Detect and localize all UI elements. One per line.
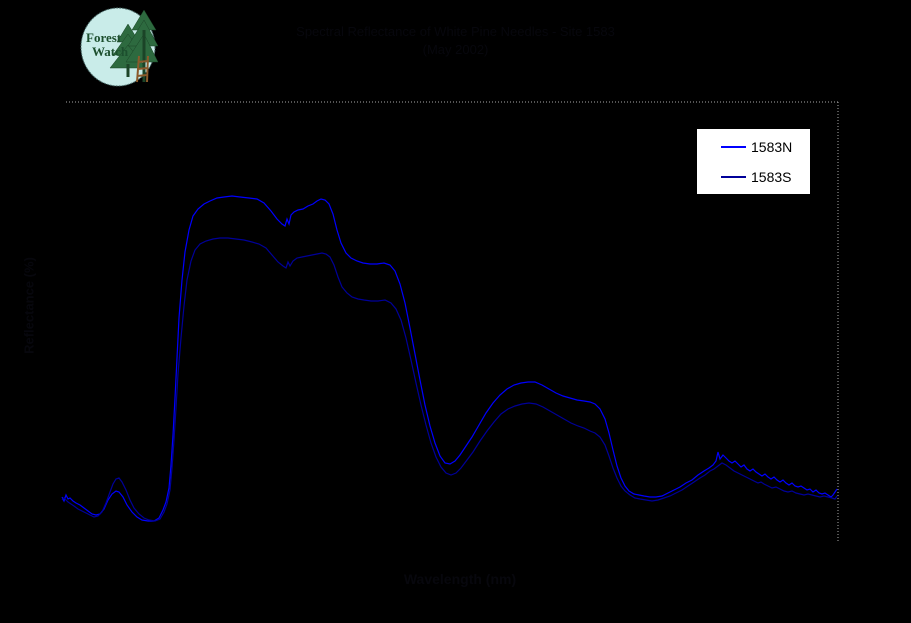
legend-label-1583S: 1583S [751,169,792,185]
legend-entry-1583S: 1583S [697,165,810,189]
chart-canvas: Forest Watch Spectral Reflectance of Whi… [0,0,911,623]
series-1583S [61,237,838,522]
legend: 1583N 1583S [696,128,811,195]
y-axis-label: Reflectance (%) [21,257,37,354]
x-axis-label: Wavelength (nm) [403,571,517,587]
spectra-plot [61,101,839,543]
legend-label-1583N: 1583N [751,139,793,155]
legend-line-sample-1583N [721,146,746,148]
series-1583N [61,195,838,522]
legend-entry-1583N: 1583N [697,135,810,159]
legend-line-sample-1583S [721,176,746,178]
